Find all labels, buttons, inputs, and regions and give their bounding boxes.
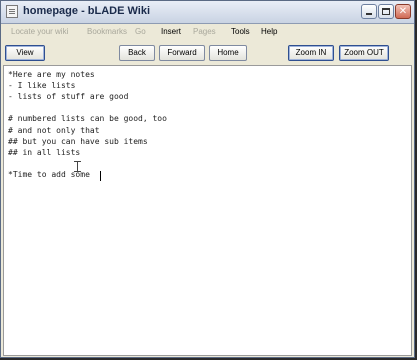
editor-line: *Here are my notes bbox=[8, 70, 95, 79]
zoom-out-button[interactable]: Zoom OUT bbox=[339, 45, 389, 61]
document-icon bbox=[6, 5, 18, 18]
menu-pages[interactable]: Pages bbox=[193, 27, 216, 36]
editor-line: ## but you can have sub items bbox=[8, 137, 148, 146]
editor-line: - lists of stuff are good bbox=[8, 92, 129, 101]
menu-go[interactable]: Go bbox=[135, 27, 146, 36]
minimize-button[interactable] bbox=[361, 4, 377, 19]
home-button[interactable]: Home bbox=[209, 45, 247, 61]
close-button[interactable]: ✕ bbox=[395, 4, 411, 19]
menu-help[interactable]: Help bbox=[261, 27, 277, 36]
toolbar: View Back Forward Home Zoom IN Zoom OUT bbox=[1, 42, 414, 64]
view-button[interactable]: View bbox=[5, 45, 45, 61]
zoom-in-button[interactable]: Zoom IN bbox=[288, 45, 334, 61]
title-bar[interactable]: homepage - bLADE Wiki ✕ bbox=[1, 1, 414, 24]
editor-line: # and not only that bbox=[8, 126, 100, 135]
menu-bookmarks[interactable]: Bookmarks bbox=[87, 27, 127, 36]
app-window: homepage - bLADE Wiki ✕ Locate your wiki… bbox=[0, 0, 415, 358]
menu-locate-wiki[interactable]: Locate your wiki bbox=[11, 27, 68, 36]
forward-button[interactable]: Forward bbox=[159, 45, 205, 61]
menu-bar: Locate your wiki Bookmarks Go Insert Pag… bbox=[1, 24, 414, 41]
back-button[interactable]: Back bbox=[119, 45, 155, 61]
editor-line: # numbered lists can be good, too bbox=[8, 114, 167, 123]
maximize-button[interactable] bbox=[378, 4, 394, 19]
ibeam-cursor-icon bbox=[74, 161, 81, 172]
menu-tools[interactable]: Tools bbox=[231, 27, 250, 36]
editor-line: - I like lists bbox=[8, 81, 76, 90]
wiki-editor[interactable]: *Here are my notes - I like lists - list… bbox=[3, 65, 412, 356]
text-caret bbox=[100, 171, 101, 181]
editor-line: ## in all lists bbox=[8, 148, 81, 157]
menu-insert[interactable]: Insert bbox=[161, 27, 181, 36]
window-title: homepage - bLADE Wiki bbox=[23, 5, 151, 17]
